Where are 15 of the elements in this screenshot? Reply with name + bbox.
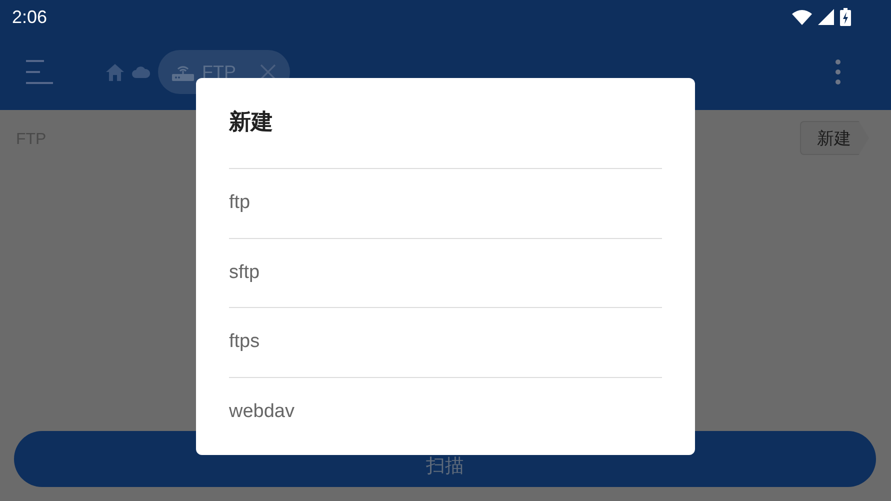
battery-icon xyxy=(840,8,851,26)
home-icon[interactable] xyxy=(106,64,124,80)
protocol-option[interactable]: sftp xyxy=(229,238,662,308)
menu-icon[interactable] xyxy=(24,59,56,85)
protocol-option[interactable]: ftps xyxy=(229,308,662,378)
cloud-icon[interactable] xyxy=(132,66,150,78)
status-time: 2:06 xyxy=(12,6,48,28)
more-options-icon[interactable] xyxy=(835,59,841,85)
close-icon[interactable] xyxy=(260,64,276,80)
dialog-title: 新建 xyxy=(229,78,662,169)
signal-icon xyxy=(818,9,834,25)
wifi-icon xyxy=(792,9,812,25)
protocol-option[interactable]: ftp xyxy=(229,169,662,238)
new-button[interactable]: 新建 xyxy=(800,121,869,155)
router-icon xyxy=(172,63,194,81)
